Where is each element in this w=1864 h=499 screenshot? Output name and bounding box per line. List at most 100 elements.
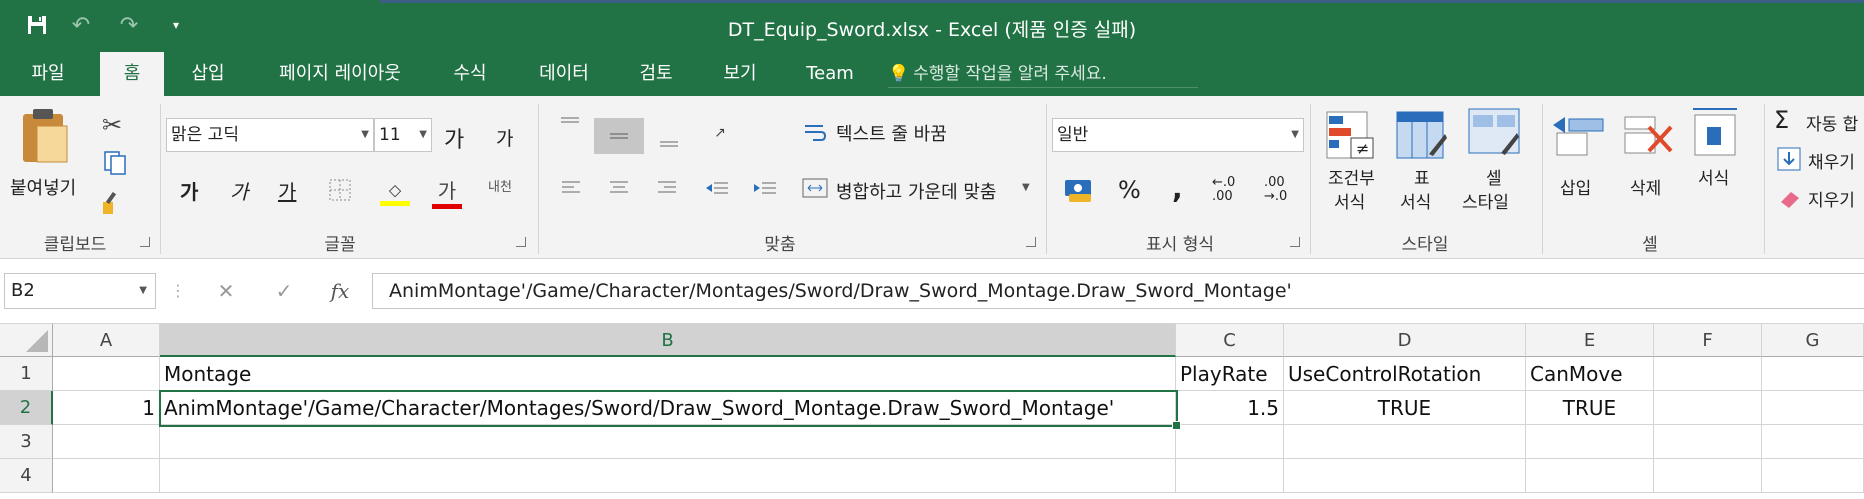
eraser-icon[interactable] bbox=[1776, 186, 1804, 210]
insert-cells-icon[interactable] bbox=[1550, 110, 1608, 160]
phonetic-button[interactable]: 내천 bbox=[488, 176, 512, 195]
paste-icon[interactable] bbox=[18, 108, 70, 164]
insert-cells-button[interactable]: 삽입 bbox=[1560, 174, 1591, 199]
format-as-table-icon[interactable] bbox=[1394, 110, 1450, 162]
cell-c1[interactable]: PlayRate bbox=[1176, 357, 1284, 391]
format-cells-icon[interactable] bbox=[1688, 104, 1742, 160]
enter-entry-button[interactable]: ✓ bbox=[264, 273, 304, 309]
tell-me-box[interactable]: 💡 수행할 작업을 알려 주세요. bbox=[888, 60, 1198, 88]
conditional-formatting-label-1[interactable]: 조건부 bbox=[1328, 164, 1375, 189]
align-right-icon[interactable] bbox=[654, 176, 680, 200]
merge-center-icon[interactable] bbox=[800, 176, 830, 200]
wrap-text-button[interactable]: 텍스트 줄 바꿈 bbox=[836, 120, 947, 146]
format-cells-button[interactable]: 서식 bbox=[1698, 164, 1729, 189]
tab-insert[interactable]: 삽입 bbox=[176, 52, 240, 96]
name-box[interactable]: B2 ▼ bbox=[4, 273, 156, 309]
insert-function-button[interactable]: fx bbox=[320, 273, 360, 309]
tab-data[interactable]: 데이터 bbox=[526, 52, 602, 96]
accounting-format-icon[interactable] bbox=[1058, 174, 1108, 206]
paste-button-label[interactable]: 붙여넣기 bbox=[10, 174, 76, 200]
column-header-c[interactable]: C bbox=[1176, 324, 1284, 357]
tab-home[interactable]: 홈 bbox=[100, 52, 164, 96]
cut-icon[interactable]: ✂ bbox=[96, 110, 128, 140]
format-as-table-label-1[interactable]: 표 bbox=[1414, 164, 1430, 189]
tab-page-layout[interactable]: 페이지 레이아웃 bbox=[262, 52, 418, 96]
column-header-g[interactable]: G bbox=[1762, 324, 1864, 357]
cell-b1[interactable]: Montage bbox=[160, 357, 1176, 391]
align-bottom-icon[interactable] bbox=[654, 130, 684, 152]
comma-button[interactable]: , bbox=[1172, 172, 1183, 205]
cell-g4[interactable] bbox=[1762, 459, 1864, 493]
cell-styles-label-2[interactable]: 스타일 bbox=[1462, 188, 1509, 213]
cell-f2[interactable] bbox=[1654, 391, 1762, 425]
row-header-3[interactable]: 3 bbox=[0, 425, 53, 459]
cell-c3[interactable] bbox=[1176, 425, 1284, 459]
font-size-select[interactable]: 11 ▼ bbox=[374, 118, 432, 152]
cell-b3[interactable] bbox=[160, 425, 1176, 459]
conditional-formatting-icon[interactable]: ≠ bbox=[1324, 110, 1380, 162]
fill-icon[interactable] bbox=[1776, 146, 1802, 172]
align-middle-icon[interactable] bbox=[594, 118, 644, 154]
chevron-down-icon[interactable]: ▼ bbox=[1022, 182, 1030, 193]
cell-styles-label-1[interactable]: 셀 bbox=[1486, 164, 1502, 189]
fill-color-icon[interactable]: ⬦ bbox=[380, 176, 410, 210]
alignment-launcher-icon[interactable] bbox=[1026, 237, 1036, 247]
cell-styles-icon[interactable] bbox=[1466, 106, 1524, 162]
bold-button[interactable]: 가 bbox=[180, 176, 198, 205]
cell-a3[interactable] bbox=[53, 425, 160, 459]
tab-team[interactable]: Team bbox=[794, 52, 866, 96]
cell-d2[interactable]: TRUE bbox=[1284, 391, 1526, 425]
percent-button[interactable]: % bbox=[1118, 176, 1141, 204]
cell-c2[interactable]: 1.5 bbox=[1176, 391, 1284, 425]
shrink-font-button[interactable]: 가 bbox=[496, 124, 513, 151]
cell-e3[interactable] bbox=[1526, 425, 1654, 459]
underline-button[interactable]: 가 bbox=[278, 176, 296, 205]
column-header-e[interactable]: E bbox=[1526, 324, 1654, 357]
tab-review[interactable]: 검토 bbox=[626, 52, 686, 96]
align-top-icon[interactable] bbox=[556, 112, 584, 134]
column-header-d[interactable]: D bbox=[1284, 324, 1526, 357]
row-header-2[interactable]: 2 bbox=[0, 391, 53, 425]
format-painter-icon[interactable] bbox=[96, 188, 128, 218]
copy-icon[interactable] bbox=[94, 148, 142, 178]
orientation-icon[interactable]: ↗ bbox=[700, 118, 740, 148]
cell-d4[interactable] bbox=[1284, 459, 1526, 493]
tab-file[interactable]: 파일 bbox=[10, 52, 86, 96]
delete-cells-icon[interactable] bbox=[1620, 110, 1678, 160]
cell-d1[interactable]: UseControlRotation bbox=[1284, 357, 1526, 391]
borders-icon[interactable] bbox=[326, 176, 354, 204]
cell-f1[interactable] bbox=[1654, 357, 1762, 391]
align-left-icon[interactable] bbox=[558, 176, 584, 200]
column-header-a[interactable]: A bbox=[53, 324, 160, 357]
merge-center-button[interactable]: 병합하고 가운데 맞춤 bbox=[836, 178, 996, 204]
grow-font-button[interactable]: 가 bbox=[444, 122, 464, 154]
cell-g2[interactable] bbox=[1762, 391, 1864, 425]
tab-view[interactable]: 보기 bbox=[710, 52, 770, 96]
cell-c4[interactable] bbox=[1176, 459, 1284, 493]
font-name-select[interactable]: 맑은 고딕 ▼ bbox=[166, 118, 374, 152]
decrease-decimal-button[interactable]: .00 →.0 bbox=[1264, 176, 1304, 204]
select-all-button[interactable] bbox=[0, 324, 53, 357]
cell-d3[interactable] bbox=[1284, 425, 1526, 459]
cell-a2[interactable]: 1 bbox=[53, 391, 160, 425]
font-color-icon[interactable]: 가 bbox=[432, 174, 462, 210]
cell-f4[interactable] bbox=[1654, 459, 1762, 493]
cell-e2[interactable]: TRUE bbox=[1526, 391, 1654, 425]
row-header-1[interactable]: 1 bbox=[0, 357, 53, 391]
conditional-formatting-label-2[interactable]: 서식 bbox=[1334, 188, 1365, 213]
tab-formulas[interactable]: 수식 bbox=[440, 52, 500, 96]
delete-cells-button[interactable]: 삭제 bbox=[1630, 174, 1661, 199]
column-header-b[interactable]: B bbox=[160, 324, 1176, 357]
number-launcher-icon[interactable] bbox=[1290, 237, 1300, 247]
cell-a4[interactable] bbox=[53, 459, 160, 493]
autosum-button[interactable]: 자동 합 bbox=[1806, 110, 1858, 135]
increase-indent-icon[interactable] bbox=[750, 176, 780, 200]
increase-decimal-button[interactable]: ←.0 .00 bbox=[1212, 176, 1252, 204]
cell-g3[interactable] bbox=[1762, 425, 1864, 459]
cell-b2[interactable]: AnimMontage'/Game/Character/Montages/Swo… bbox=[160, 391, 1176, 425]
italic-button[interactable]: 가 bbox=[230, 176, 248, 205]
sigma-icon[interactable]: Σ bbox=[1774, 106, 1789, 134]
formula-input[interactable]: AnimMontage'/Game/Character/Montages/Swo… bbox=[372, 273, 1864, 309]
decrease-indent-icon[interactable] bbox=[702, 176, 732, 200]
cell-f3[interactable] bbox=[1654, 425, 1762, 459]
